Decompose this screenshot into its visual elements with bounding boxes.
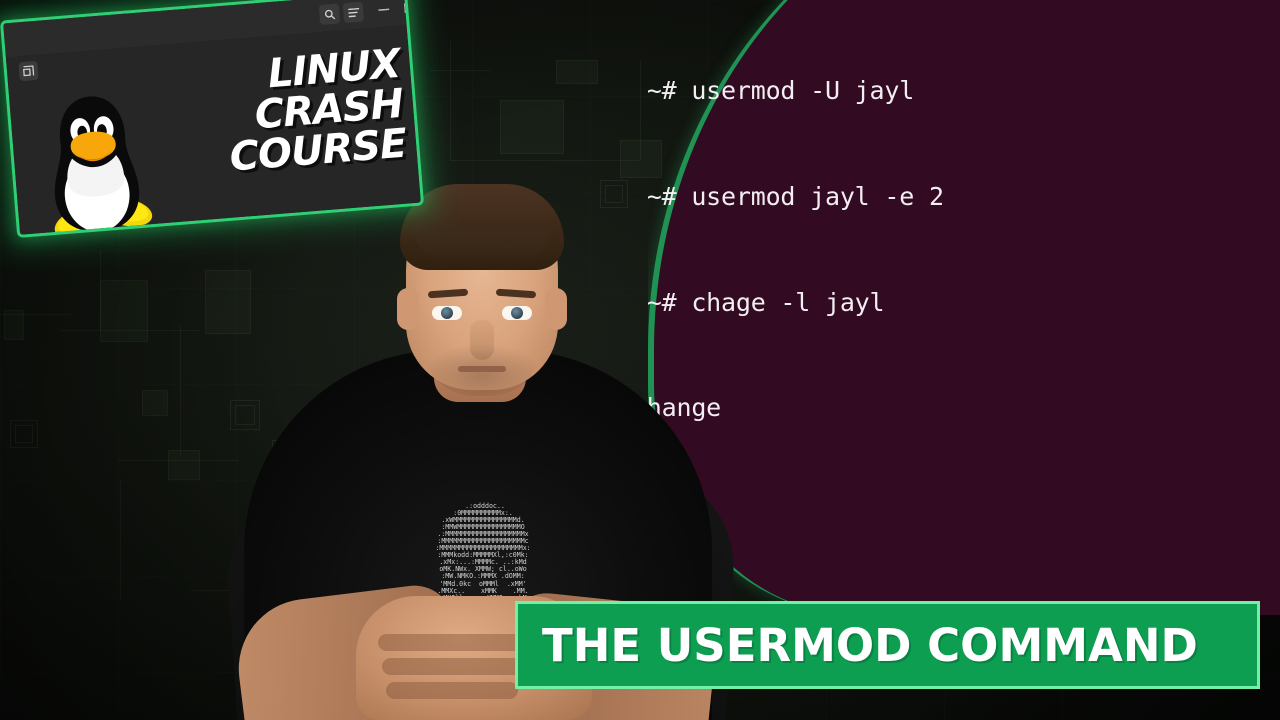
- lower-third-banner: THE USERMOD COMMAND: [515, 601, 1260, 689]
- window-tile-icon-svg: [23, 65, 35, 77]
- eye-right: [502, 306, 532, 320]
- ear-left: [397, 288, 419, 330]
- hamburger-icon-svg: [347, 7, 359, 17]
- terminal-panel: root@localhost:~# usermod -U jayl root@l…: [648, 0, 1280, 615]
- terminal-line: Password expires: [648, 496, 1280, 531]
- terminal-line: Last password change: [648, 393, 722, 423]
- finger: [382, 658, 524, 675]
- hamburger-menu-icon[interactable]: [342, 1, 365, 24]
- linux-crash-course-overlay[interactable]: LINUX CRASH COURSE: [0, 0, 438, 251]
- eyebrow-right: [495, 288, 537, 299]
- terminal-line: root@localhost:~# usermod -U jayl: [648, 76, 915, 106]
- tux-linux-penguin: [54, 96, 153, 238]
- minimize-icon-svg: [377, 8, 389, 11]
- ear-right: [545, 288, 567, 330]
- terminal-output: root@localhost:~# usermod -U jayl root@l…: [648, 3, 1280, 615]
- terminal-line: root@localhost:~# chage -l jayl: [648, 287, 885, 317]
- mouth: [458, 366, 506, 372]
- finger: [386, 682, 518, 699]
- overlay-content: LINUX CRASH COURSE: [5, 25, 421, 238]
- search-icon-svg: [324, 9, 335, 19]
- screenshot-stage: root@localhost:~# usermod -U jayl root@l…: [0, 0, 1280, 720]
- overlay-title: LINUX CRASH COURSE: [167, 41, 408, 182]
- head: [397, 184, 567, 396]
- terminal-line: root@localhost:~# usermod jayl -e 2: [648, 182, 944, 211]
- banner-title: THE USERMOD COMMAND: [542, 618, 1198, 672]
- search-icon[interactable]: [318, 3, 341, 26]
- eye-left: [432, 306, 462, 320]
- finger: [378, 634, 528, 651]
- eyebrow-left: [427, 288, 469, 299]
- terminal-surface[interactable]: root@localhost:~# usermod -U jayl root@l…: [648, 0, 1280, 615]
- minimize-button[interactable]: [373, 0, 395, 21]
- overlay-window-frame: LINUX CRASH COURSE: [0, 0, 425, 239]
- window-tile-icon[interactable]: [18, 60, 39, 82]
